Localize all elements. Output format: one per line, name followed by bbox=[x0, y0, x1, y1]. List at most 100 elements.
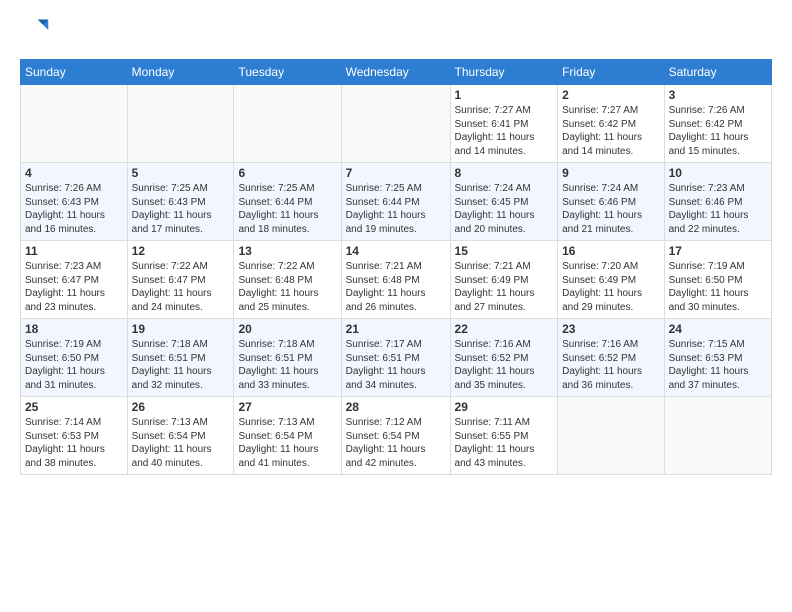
day-cell: 22 Sunrise: 7:16 AMSunset: 6:52 PMDayligh… bbox=[450, 319, 558, 397]
day-cell: 10Sunrise: 7:23 AMSunset: 6:46 PMDayligh… bbox=[664, 163, 771, 241]
day-cell: 8 Sunrise: 7:24 AMSunset: 6:45 PMDaylight… bbox=[450, 163, 558, 241]
day-number: 23 bbox=[562, 322, 659, 336]
day-number: 7 bbox=[346, 166, 446, 180]
header-friday: Friday bbox=[558, 60, 664, 85]
day-cell: 28 Sunrise: 7:12 AMSunset: 6:54 PMDayligh… bbox=[341, 397, 450, 475]
day-cell: 27 Sunrise: 7:13 AMSunset: 6:54 PMDayligh… bbox=[234, 397, 341, 475]
day-cell bbox=[127, 85, 234, 163]
header-monday: Monday bbox=[127, 60, 234, 85]
day-number: 9 bbox=[562, 166, 659, 180]
day-info: Sunrise: 7:27 AMSunset: 6:42 PMDaylight:… bbox=[562, 104, 659, 158]
day-cell: 25 Sunrise: 7:14 AMSunset: 6:53 PMDayligh… bbox=[21, 397, 128, 475]
day-cell: 20Sunrise: 7:18 AMSunset: 6:51 PMDayligh… bbox=[234, 319, 341, 397]
day-number: 11 bbox=[25, 244, 123, 258]
day-info: Sunrise: 7:14 AMSunset: 6:53 PMDaylight:… bbox=[25, 416, 123, 470]
day-info: Sunrise: 7:15 AMSunset: 6:53 PMDaylight:… bbox=[669, 338, 767, 392]
week-row-0: 1Sunrise: 7:27 AMSunset: 6:41 PMDaylight… bbox=[21, 85, 772, 163]
day-cell: 14 Sunrise: 7:21 AMSunset: 6:48 PMDayligh… bbox=[341, 241, 450, 319]
day-info: Sunrise: 7:24 AMSunset: 6:45 PMDaylight:… bbox=[455, 182, 554, 236]
header-thursday: Thursday bbox=[450, 60, 558, 85]
day-number: 22 bbox=[455, 322, 554, 336]
day-cell: 21 Sunrise: 7:17 AMSunset: 6:51 PMDayligh… bbox=[341, 319, 450, 397]
day-number: 27 bbox=[238, 400, 336, 414]
day-number: 13 bbox=[238, 244, 336, 258]
header bbox=[20, 16, 772, 49]
day-number: 12 bbox=[132, 244, 230, 258]
logo bbox=[20, 16, 50, 49]
day-cell: 12 Sunrise: 7:22 AMSunset: 6:47 PMDayligh… bbox=[127, 241, 234, 319]
day-info: Sunrise: 7:18 AMSunset: 6:51 PMDaylight:… bbox=[132, 338, 230, 392]
logo-icon bbox=[22, 16, 50, 44]
day-cell: 11 Sunrise: 7:23 AMSunset: 6:47 PMDayligh… bbox=[21, 241, 128, 319]
day-cell: 9 Sunrise: 7:24 AMSunset: 6:46 PMDaylight… bbox=[558, 163, 664, 241]
day-info: Sunrise: 7:24 AMSunset: 6:46 PMDaylight:… bbox=[562, 182, 659, 236]
day-number: 5 bbox=[132, 166, 230, 180]
day-number: 20 bbox=[238, 322, 336, 336]
day-cell: 1Sunrise: 7:27 AMSunset: 6:41 PMDaylight… bbox=[450, 85, 558, 163]
day-info: Sunrise: 7:22 AMSunset: 6:48 PMDaylight:… bbox=[238, 260, 336, 314]
day-cell: 18 Sunrise: 7:19 AMSunset: 6:50 PMDayligh… bbox=[21, 319, 128, 397]
day-number: 8 bbox=[455, 166, 554, 180]
day-cell: 15 Sunrise: 7:21 AMSunset: 6:49 PMDayligh… bbox=[450, 241, 558, 319]
day-cell: 26 Sunrise: 7:13 AMSunset: 6:54 PMDayligh… bbox=[127, 397, 234, 475]
day-number: 4 bbox=[25, 166, 123, 180]
page: SundayMondayTuesdayWednesdayThursdayFrid… bbox=[0, 0, 792, 612]
day-number: 24 bbox=[669, 322, 767, 336]
day-info: Sunrise: 7:26 AMSunset: 6:42 PMDaylight:… bbox=[669, 104, 767, 158]
day-cell: 4 Sunrise: 7:26 AMSunset: 6:43 PMDaylight… bbox=[21, 163, 128, 241]
day-info: Sunrise: 7:13 AMSunset: 6:54 PMDaylight:… bbox=[132, 416, 230, 470]
day-cell: 16 Sunrise: 7:20 AMSunset: 6:49 PMDayligh… bbox=[558, 241, 664, 319]
day-number: 17 bbox=[669, 244, 767, 258]
day-number: 3 bbox=[669, 88, 767, 102]
day-info: Sunrise: 7:16 AMSunset: 6:52 PMDaylight:… bbox=[455, 338, 554, 392]
day-cell bbox=[234, 85, 341, 163]
day-info: Sunrise: 7:20 AMSunset: 6:49 PMDaylight:… bbox=[562, 260, 659, 314]
header-wednesday: Wednesday bbox=[341, 60, 450, 85]
day-info: Sunrise: 7:17 AMSunset: 6:51 PMDaylight:… bbox=[346, 338, 446, 392]
day-cell: 17 Sunrise: 7:19 AMSunset: 6:50 PMDayligh… bbox=[664, 241, 771, 319]
day-number: 15 bbox=[455, 244, 554, 258]
week-row-1: 4 Sunrise: 7:26 AMSunset: 6:43 PMDaylight… bbox=[21, 163, 772, 241]
day-info: Sunrise: 7:19 AMSunset: 6:50 PMDaylight:… bbox=[669, 260, 767, 314]
header-sunday: Sunday bbox=[21, 60, 128, 85]
week-row-3: 18 Sunrise: 7:19 AMSunset: 6:50 PMDayligh… bbox=[21, 319, 772, 397]
day-info: Sunrise: 7:12 AMSunset: 6:54 PMDaylight:… bbox=[346, 416, 446, 470]
day-info: Sunrise: 7:19 AMSunset: 6:50 PMDaylight:… bbox=[25, 338, 123, 392]
day-info: Sunrise: 7:26 AMSunset: 6:43 PMDaylight:… bbox=[25, 182, 123, 236]
day-info: Sunrise: 7:23 AMSunset: 6:47 PMDaylight:… bbox=[25, 260, 123, 314]
day-number: 19 bbox=[132, 322, 230, 336]
day-number: 29 bbox=[455, 400, 554, 414]
week-row-4: 25 Sunrise: 7:14 AMSunset: 6:53 PMDayligh… bbox=[21, 397, 772, 475]
day-number: 2 bbox=[562, 88, 659, 102]
day-cell: 23 Sunrise: 7:16 AMSunset: 6:52 PMDayligh… bbox=[558, 319, 664, 397]
day-info: Sunrise: 7:23 AMSunset: 6:46 PMDaylight:… bbox=[669, 182, 767, 236]
day-number: 6 bbox=[238, 166, 336, 180]
day-info: Sunrise: 7:21 AMSunset: 6:49 PMDaylight:… bbox=[455, 260, 554, 314]
day-cell: 29 Sunrise: 7:11 AMSunset: 6:55 PMDayligh… bbox=[450, 397, 558, 475]
day-cell: 6 Sunrise: 7:25 AMSunset: 6:44 PMDaylight… bbox=[234, 163, 341, 241]
day-number: 25 bbox=[25, 400, 123, 414]
day-cell: 13 Sunrise: 7:22 AMSunset: 6:48 PMDayligh… bbox=[234, 241, 341, 319]
day-info: Sunrise: 7:22 AMSunset: 6:47 PMDaylight:… bbox=[132, 260, 230, 314]
day-number: 21 bbox=[346, 322, 446, 336]
day-number: 14 bbox=[346, 244, 446, 258]
day-info: Sunrise: 7:25 AMSunset: 6:44 PMDaylight:… bbox=[238, 182, 336, 236]
day-number: 16 bbox=[562, 244, 659, 258]
day-number: 18 bbox=[25, 322, 123, 336]
day-number: 26 bbox=[132, 400, 230, 414]
day-info: Sunrise: 7:25 AMSunset: 6:43 PMDaylight:… bbox=[132, 182, 230, 236]
day-cell bbox=[558, 397, 664, 475]
day-info: Sunrise: 7:13 AMSunset: 6:54 PMDaylight:… bbox=[238, 416, 336, 470]
day-info: Sunrise: 7:16 AMSunset: 6:52 PMDaylight:… bbox=[562, 338, 659, 392]
day-info: Sunrise: 7:11 AMSunset: 6:55 PMDaylight:… bbox=[455, 416, 554, 470]
week-row-2: 11 Sunrise: 7:23 AMSunset: 6:47 PMDayligh… bbox=[21, 241, 772, 319]
day-info: Sunrise: 7:25 AMSunset: 6:44 PMDaylight:… bbox=[346, 182, 446, 236]
day-info: Sunrise: 7:27 AMSunset: 6:41 PMDaylight:… bbox=[455, 104, 554, 158]
day-number: 28 bbox=[346, 400, 446, 414]
day-info: Sunrise: 7:21 AMSunset: 6:48 PMDaylight:… bbox=[346, 260, 446, 314]
header-saturday: Saturday bbox=[664, 60, 771, 85]
day-cell bbox=[341, 85, 450, 163]
day-cell bbox=[664, 397, 771, 475]
day-cell: 5 Sunrise: 7:25 AMSunset: 6:43 PMDaylight… bbox=[127, 163, 234, 241]
day-cell: 2 Sunrise: 7:27 AMSunset: 6:42 PMDaylight… bbox=[558, 85, 664, 163]
